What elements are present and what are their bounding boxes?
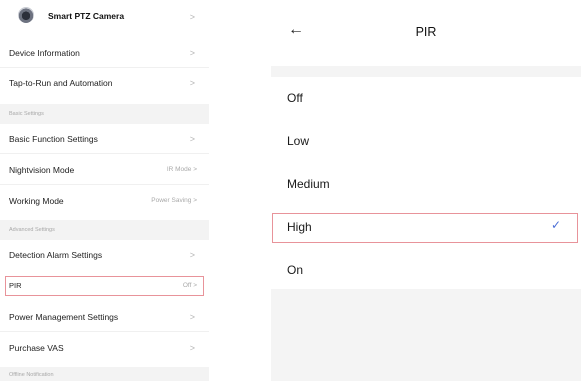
- pir-row-highlight: [5, 276, 204, 296]
- row-label: Tap-to-Run and Automation: [9, 78, 113, 88]
- section-title: Offline Notification: [9, 372, 54, 378]
- row-basic-function-settings[interactable]: Basic Function Settings >: [0, 124, 209, 154]
- option-low[interactable]: Low: [271, 120, 581, 163]
- row-label: Nightvision Mode: [9, 165, 75, 175]
- option-off[interactable]: Off: [271, 77, 581, 120]
- row-label: Power Management Settings: [9, 312, 119, 322]
- row-label: Detection Alarm Settings: [9, 250, 103, 260]
- option-label: On: [287, 263, 304, 277]
- chevron-right-icon: >: [189, 12, 195, 22]
- section-basic-settings: Basic Settings: [0, 104, 209, 124]
- row-label: Working Mode: [9, 196, 64, 206]
- row-label: Purchase VAS: [9, 343, 64, 353]
- row-detection-alarm-settings[interactable]: Detection Alarm Settings >: [0, 240, 209, 270]
- row-value: Power Saving >: [151, 197, 197, 204]
- chevron-right-icon: >: [189, 250, 195, 260]
- device-name: Smart PTZ Camera: [48, 11, 125, 21]
- row-label: Basic Function Settings: [9, 134, 98, 144]
- option-label: Low: [287, 134, 310, 148]
- row-label: Device Information: [9, 48, 80, 58]
- chevron-right-icon: >: [189, 78, 195, 88]
- pir-screen: ← PIR Off Low Medium High ✓ On: [271, 0, 581, 381]
- section-advanced-settings: Advanced Settings: [0, 220, 209, 240]
- section-title: Advanced Settings: [9, 227, 55, 233]
- page-title: PIR: [415, 25, 437, 39]
- pir-options-list: Off Low Medium High ✓ On: [271, 77, 581, 289]
- row-purchase-vas[interactable]: Purchase VAS >: [0, 333, 209, 363]
- device-header[interactable]: Smart PTZ Camera >: [0, 0, 209, 38]
- pir-header: ← PIR: [271, 0, 581, 66]
- chevron-right-icon: >: [189, 134, 195, 144]
- row-working-mode[interactable]: Working Mode Power Saving >: [0, 186, 209, 216]
- row-tap-to-run[interactable]: Tap-to-Run and Automation >: [0, 68, 209, 98]
- camera-avatar-icon: [18, 7, 34, 23]
- chevron-right-icon: >: [189, 343, 195, 353]
- option-label: Medium: [287, 177, 330, 191]
- settings-panel: Smart PTZ Camera > Device Information > …: [0, 0, 209, 381]
- option-on[interactable]: On: [271, 249, 581, 292]
- option-label: Off: [287, 91, 303, 105]
- chevron-right-icon: >: [189, 312, 195, 322]
- chevron-right-icon: >: [189, 48, 195, 58]
- row-nightvision-mode[interactable]: Nightvision Mode IR Mode >: [0, 155, 209, 185]
- row-device-information[interactable]: Device Information >: [0, 38, 209, 68]
- section-title: Basic Settings: [9, 111, 44, 117]
- option-medium[interactable]: Medium: [271, 163, 581, 206]
- high-option-highlight: [272, 213, 578, 243]
- section-offline-notification: Offline Notification: [0, 367, 209, 381]
- row-power-management[interactable]: Power Management Settings >: [0, 302, 209, 332]
- row-value: IR Mode >: [166, 166, 197, 173]
